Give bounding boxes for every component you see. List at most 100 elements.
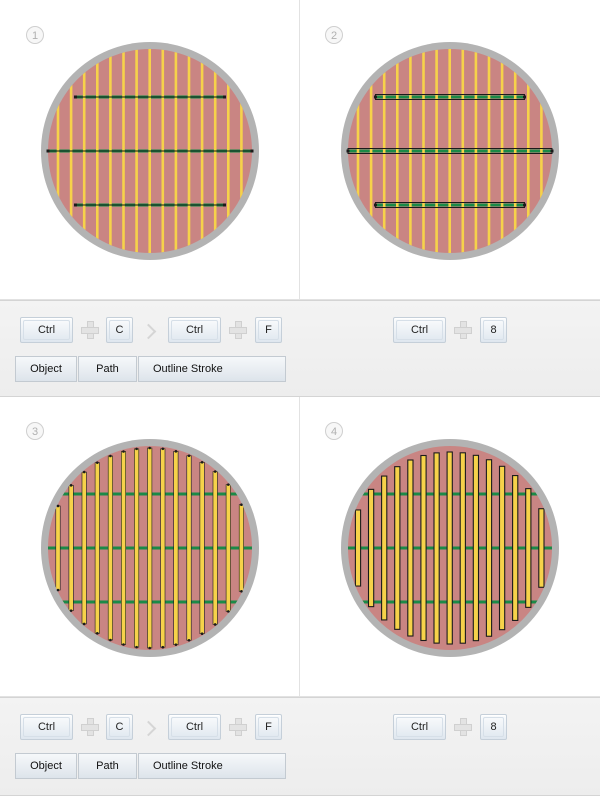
- vertical-stripe: [212, 471, 218, 625]
- ctrl-key: Ctrl: [393, 714, 446, 740]
- vertical-stripe: [538, 508, 545, 588]
- step-4-panel: 4: [300, 397, 600, 697]
- anchor-point: [82, 470, 86, 474]
- grill-illustration-4: [341, 439, 559, 657]
- plus-icon: [229, 718, 247, 736]
- grill-illustration-1: [41, 42, 259, 260]
- anchor-point: [223, 95, 227, 99]
- anchor-point: [187, 638, 191, 642]
- anchor-point: [213, 470, 217, 473]
- vertical-stripe: [433, 452, 440, 644]
- anchor-point: [73, 95, 77, 99]
- anchor-point: [109, 638, 112, 642]
- anchor-point: [240, 503, 243, 507]
- ctrl-key: Ctrl: [168, 317, 221, 343]
- vertical-stripe: [160, 448, 166, 648]
- step-number-badge: 1: [26, 26, 44, 44]
- plus-icon: [454, 321, 472, 339]
- menu-object[interactable]: Object: [15, 356, 77, 382]
- anchor-point: [213, 623, 217, 626]
- anchor-point: [240, 589, 243, 593]
- ctrl-key: Ctrl: [168, 714, 221, 740]
- vertical-stripe: [173, 451, 179, 645]
- grill-contents: [48, 447, 252, 649]
- anchor-point: [174, 450, 178, 453]
- vertical-stripe: [121, 451, 127, 645]
- menu-path[interactable]: Path: [78, 356, 137, 382]
- grill-illustration-2: [341, 42, 559, 260]
- anchor-point: [148, 446, 151, 450]
- vertical-stripe: [147, 447, 153, 649]
- anchor-point: [227, 483, 230, 486]
- anchor-point: [523, 95, 527, 99]
- chevron-right-icon: [140, 323, 157, 340]
- anchor-point: [174, 643, 178, 646]
- vertical-stripe: [225, 484, 231, 612]
- anchor-point: [122, 643, 125, 646]
- plus-icon: [454, 718, 472, 736]
- menu-object[interactable]: Object: [15, 753, 77, 779]
- step-number-badge: 2: [325, 26, 343, 44]
- grill-contents: [348, 49, 552, 253]
- vertical-stripe: [94, 462, 100, 634]
- vertical-stripe: [238, 504, 244, 592]
- vertical-stripe: [68, 485, 74, 611]
- anchor-point: [135, 447, 138, 451]
- anchor-point: [46, 149, 50, 153]
- anchor-point: [187, 454, 191, 458]
- vertical-stripe: [472, 454, 480, 642]
- anchor-point: [550, 149, 554, 153]
- step-number-badge: 3: [26, 422, 44, 440]
- step-1-panel: 1: [0, 0, 300, 300]
- anchor-point: [250, 149, 254, 153]
- anchor-point: [96, 461, 99, 464]
- shortcut-bar-bottom: Ctrl C Ctrl F Ctrl 8 Object Path Outline…: [0, 697, 600, 796]
- anchor-point: [56, 504, 60, 508]
- anchor-point: [227, 610, 230, 613]
- eight-key: 8: [480, 714, 507, 740]
- vertical-stripe: [525, 488, 532, 608]
- menu-outline-stroke[interactable]: Outline Stroke: [138, 753, 286, 779]
- anchor-point: [373, 95, 377, 99]
- vertical-stripe: [459, 452, 466, 644]
- plus-icon: [81, 718, 99, 736]
- vertical-stripe: [367, 488, 375, 608]
- shortcut-bar-top: Ctrl C Ctrl F Ctrl 8 Object Path Outline…: [0, 300, 600, 397]
- anchor-point: [69, 484, 73, 487]
- anchor-point: [373, 203, 377, 207]
- vertical-stripe: [420, 454, 427, 642]
- vertical-stripe: [394, 466, 401, 630]
- anchor-point: [82, 622, 86, 626]
- anchor-point: [135, 645, 138, 649]
- anchor-point: [161, 447, 165, 451]
- anchor-point: [346, 149, 350, 153]
- vertical-stripe: [485, 459, 493, 637]
- step-number-badge: 4: [325, 422, 343, 440]
- anchor-point: [69, 609, 73, 612]
- anchor-point: [122, 450, 125, 453]
- plus-icon: [81, 321, 99, 339]
- anchor-point: [109, 454, 112, 458]
- anchor-point: [73, 203, 77, 207]
- c-key: C: [106, 317, 133, 343]
- vertical-stripe: [498, 465, 506, 631]
- vertical-stripe: [81, 471, 87, 625]
- vertical-stripe: [354, 509, 362, 587]
- chevron-right-icon: [140, 720, 157, 737]
- anchor-point: [523, 203, 527, 207]
- vertical-stripe: [107, 455, 113, 641]
- vertical-stripe: [381, 475, 388, 621]
- vertical-stripe: [186, 455, 192, 641]
- f-key: F: [255, 317, 282, 343]
- vertical-stripe: [446, 451, 453, 645]
- eight-key: 8: [480, 317, 507, 343]
- anchor-point: [56, 588, 60, 592]
- anchor-point: [161, 645, 165, 649]
- anchor-point: [148, 646, 151, 650]
- menu-path[interactable]: Path: [78, 753, 137, 779]
- menu-outline-stroke[interactable]: Outline Stroke: [138, 356, 286, 382]
- grill-illustration-3: [41, 439, 259, 657]
- ctrl-key: Ctrl: [393, 317, 446, 343]
- plus-icon: [229, 321, 247, 339]
- ctrl-key: Ctrl: [20, 714, 73, 740]
